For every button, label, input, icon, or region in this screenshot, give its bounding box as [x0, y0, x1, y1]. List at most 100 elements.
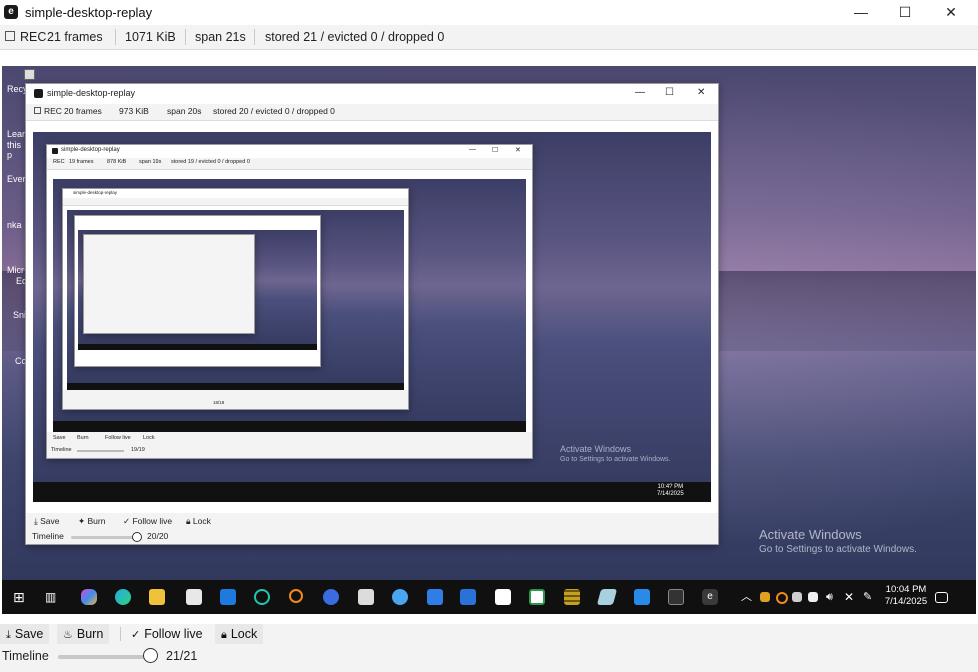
desktop-icons: Recy Learn this p Ever nka Micr Ed Sni C…	[2, 66, 35, 366]
divider	[254, 29, 255, 45]
follow-live-label: Follow live	[144, 627, 203, 641]
terminal-icon[interactable]	[668, 589, 684, 605]
nested-taskbar	[53, 421, 526, 432]
powershell-icon[interactable]	[460, 589, 476, 605]
app-icon	[34, 89, 43, 98]
nested-frame-view: simple-desktop-replay 18/18	[53, 179, 526, 432]
tray-icon[interactable]	[760, 592, 770, 602]
app-icon[interactable]	[564, 589, 580, 605]
speaker-icon[interactable]: 🔊︎	[826, 589, 842, 605]
burn-button[interactable]: ♨ Burn	[57, 624, 110, 644]
close-tray-icon[interactable]: ✕	[844, 589, 860, 605]
burn-label: Burn	[76, 627, 104, 641]
network-icon[interactable]	[808, 592, 818, 602]
title-bar: e simple-desktop-replay — ☐ ✕	[0, 0, 978, 25]
notification-icon[interactable]	[935, 592, 948, 603]
timeline-count: 21/21	[166, 649, 198, 663]
nested-replay-window	[83, 234, 255, 334]
clock-date: 7/14/2025	[884, 596, 928, 607]
app-icon[interactable]	[392, 589, 408, 605]
lock-toggle[interactable]: 🔒︎ Lock	[215, 624, 264, 644]
flame-icon: ♨	[63, 629, 73, 641]
burn-button: Burn	[77, 435, 89, 441]
taskbar-clock[interactable]: 10:04 PM 7/14/2025	[882, 584, 930, 608]
follow-live-toggle[interactable]: ✓ Follow live	[125, 624, 209, 644]
store-icon[interactable]	[186, 589, 202, 605]
lock-toggle: 🔒︎ Lock	[186, 516, 211, 526]
app-icon[interactable]	[254, 589, 270, 605]
frame-count: 20 frames	[64, 106, 102, 116]
app-icon[interactable]	[358, 589, 374, 605]
minimize-button[interactable]: —	[838, 0, 884, 25]
timeline-thumb	[132, 532, 142, 542]
lock-label: Lock	[230, 627, 258, 641]
edge-browser-icon[interactable]	[115, 589, 131, 605]
pen-icon[interactable]: ✎	[863, 589, 879, 605]
taskbar-clock: 10:4? PM 7/14/2025	[657, 484, 684, 497]
nested-status-bar: REC 19 frames 878 KiB span 19s stored 19…	[47, 158, 532, 170]
nested-status-bar: REC 20 frames 973 KiB span 20s stored 20…	[26, 104, 718, 121]
file-explorer-icon[interactable]	[149, 589, 165, 605]
app-icon[interactable]	[323, 589, 339, 605]
activate-windows-subtitle: Go to Settings to activate Windows.	[560, 456, 671, 463]
nested-frame-view	[67, 210, 404, 390]
rec-indicator: REC	[5, 30, 46, 44]
minimize-icon: —	[635, 87, 645, 98]
nested-title-bar: simple-desktop-replay — ☐ ✕	[26, 84, 718, 104]
window-title: simple-desktop-replay	[73, 190, 118, 195]
save-label: Save	[14, 627, 44, 641]
tray-icon[interactable]	[776, 592, 788, 604]
app-icon[interactable]	[427, 589, 443, 605]
nested-frame-view	[78, 230, 317, 350]
desktop-icon-label: Ever	[7, 174, 26, 184]
app-icon[interactable]	[529, 589, 545, 605]
frame-count: 19 frames	[69, 159, 94, 165]
follow-live-toggle: Follow live	[105, 435, 131, 441]
timeline-slider-thumb[interactable]	[143, 648, 158, 663]
nested-controls: ⤓ Save ✦ Burn ✓ Follow live 🔒︎ Lock Time…	[26, 513, 718, 544]
lock-toggle: Lock	[143, 435, 155, 441]
close-icon: ✕	[515, 147, 521, 154]
timeline-slider-track[interactable]	[58, 655, 150, 659]
maximize-button[interactable]: ☐	[882, 0, 928, 25]
task-view-icon[interactable]: ▥	[45, 589, 61, 605]
close-button[interactable]: ✕	[928, 0, 974, 25]
desktop-icon-label: Micr	[7, 265, 24, 275]
timeline-track	[71, 536, 137, 539]
save-button[interactable]: ⤓ Save	[0, 624, 50, 644]
copilot-icon[interactable]	[81, 589, 97, 605]
rec-checkbox-icon	[34, 107, 41, 114]
chevron-up-icon[interactable]: ︿	[741, 589, 757, 605]
close-icon: ✕	[697, 87, 706, 98]
clock-time: 10:04 PM	[885, 584, 927, 595]
activate-windows-title: Activate Windows	[560, 444, 632, 454]
app-icon	[52, 148, 58, 154]
storage-stats: stored 19 / evicted 0 / dropped 0	[171, 159, 250, 165]
divider	[185, 29, 186, 45]
app-icon: e	[4, 5, 18, 19]
nested-status-bar	[63, 198, 408, 206]
replay-app-icon[interactable]: e	[702, 589, 718, 605]
rec-label: REC	[20, 30, 47, 44]
app-icon[interactable]	[596, 589, 618, 605]
playback-controls: ⤓ Save ♨ Burn ✓ Follow live 🔒︎ Lock Timeline…	[0, 624, 978, 672]
search-app-icon[interactable]	[289, 589, 303, 603]
buffer-size: 973 KiB	[119, 106, 149, 116]
taskbar: ⊞ ▥ e ︿ 🔊︎ ✕ ✎ 10:04 PM 7/14/2025	[2, 580, 976, 614]
frame-count: 21 frames	[47, 30, 103, 44]
recycle-bin-icon[interactable]	[24, 69, 35, 80]
rec-label: REC	[44, 106, 62, 116]
activate-windows-subtitle: Go to Settings to activate Windows.	[759, 544, 917, 555]
rec-label: REC	[53, 159, 65, 165]
start-windows-icon[interactable]: ⊞	[13, 589, 29, 605]
vscode-icon[interactable]	[634, 589, 650, 605]
checkmark-icon: ✓	[131, 629, 141, 641]
buffer-size: 1071 KiB	[125, 30, 176, 44]
save-button: Save	[53, 435, 66, 441]
span-duration: span 21s	[195, 30, 246, 44]
app-icon[interactable]	[495, 589, 511, 605]
tray-icon[interactable]	[792, 592, 802, 602]
mail-icon[interactable]	[220, 589, 236, 605]
nested-replay-window: simple-desktop-replay — ☐ ✕ REC 20 frame…	[25, 83, 719, 545]
burn-button: ✦ Burn	[78, 516, 106, 526]
